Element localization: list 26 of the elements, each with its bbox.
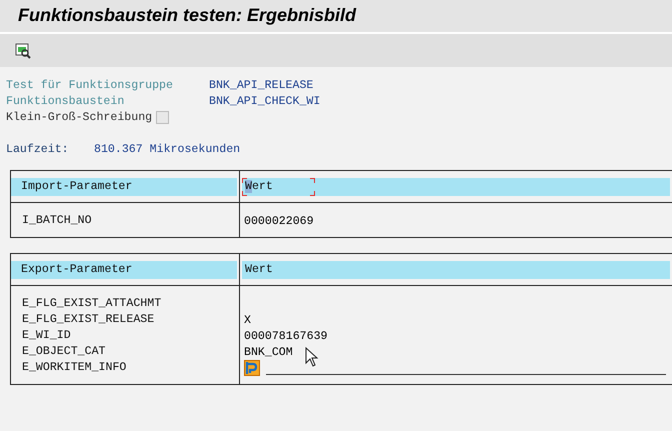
display-button[interactable] (14, 42, 32, 60)
field-value: BNK_API_CHECK_WI (209, 94, 320, 108)
checkbox-label: Klein-Groß-Schreibung (6, 110, 152, 124)
parameter-name: E_FLG_EXIST_ATTACHMT (21, 296, 162, 312)
parameter-value: 0000022069 (244, 214, 314, 228)
parameter-name: E_OBJECT_CAT (21, 344, 106, 360)
field-value: BNK_API_RELEASE (209, 78, 314, 92)
field-label: Test für Funktionsgruppe (6, 78, 174, 92)
mouse-pointer-icon (305, 347, 319, 367)
column-header: Import-Parameter (11, 178, 237, 196)
structure-icon[interactable] (244, 360, 260, 376)
field-label: Funktionsbaustein (6, 94, 126, 108)
checkbox[interactable] (156, 110, 170, 124)
parameter-value: BNK_COM (244, 346, 293, 358)
column-header: Export-Parameter (11, 260, 237, 278)
window-title: Funktionsbaustein testen: Ergebnisbild (18, 5, 356, 26)
runtime-value: 810.367 Mikrosekunden (94, 142, 240, 156)
parameter-value: 000078167639 (244, 330, 328, 342)
parameter-name: E_FLG_EXIST_RELEASE (21, 312, 156, 328)
parameter-name: E_WI_ID (21, 328, 72, 344)
column-header: Wert (242, 178, 315, 196)
parameter-name: E_WORKITEM_INFO (21, 360, 128, 376)
parameter-value: X (244, 314, 251, 326)
runtime-label: Laufzeit: (6, 142, 70, 156)
column-header: Wert (244, 262, 274, 278)
parameter-name: I_BATCH_NO (21, 213, 93, 229)
